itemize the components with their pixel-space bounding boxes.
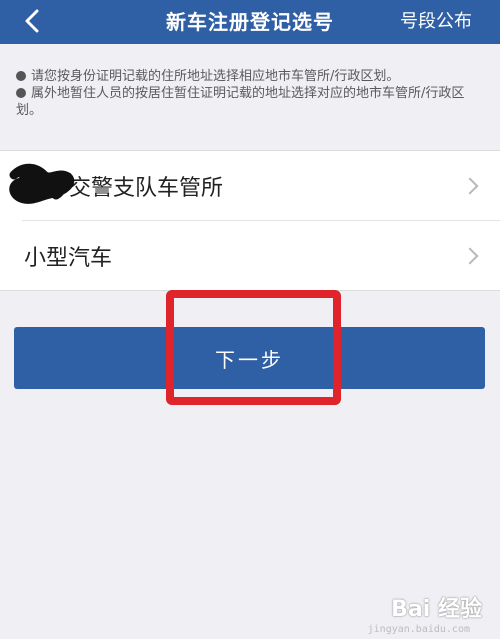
watermark-brand: Bai 经验: [391, 597, 482, 622]
instruction-note: 请您按身份证明记载的住所地址选择相应地市车管所/行政区划。: [16, 68, 486, 85]
chevron-right-icon: [461, 177, 479, 194]
number-segment-announcement-link[interactable]: 号段公布: [400, 0, 472, 44]
watermark-url: jingyan.baidu.com: [367, 624, 470, 635]
selection-list: 交警支队车管所 小型汽车: [0, 150, 500, 291]
instruction-text: 请您按身份证明记载的住所地址选择相应地市车管所/行政区划。: [31, 69, 400, 84]
vehicle-office-select[interactable]: 交警支队车管所: [0, 151, 500, 220]
instructions: 请您按身份证明记载的住所地址选择相应地市车管所/行政区划。 属外地暂住人员的按居…: [16, 68, 486, 119]
bullet-icon: [16, 88, 26, 98]
instruction-text: 属外地暂住人员的按居住暂住证明记载的地址选择对应的地市车管所/行政区划。: [16, 86, 465, 118]
vehicle-type-select[interactable]: 小型汽车: [22, 220, 500, 290]
instruction-note: 属外地暂住人员的按居住暂住证明记载的地址选择对应的地市车管所/行政区划。: [16, 85, 486, 119]
bullet-icon: [16, 71, 26, 81]
redaction-scribble: [9, 163, 75, 204]
top-nav-bar: 新车注册登记选号 号段公布: [0, 0, 500, 44]
highlight-annotation-box: [166, 290, 341, 405]
vehicle-type-label: 小型汽车: [24, 245, 113, 271]
chevron-right-icon: [461, 247, 479, 264]
watermark: Bai 经验: [391, 591, 482, 623]
